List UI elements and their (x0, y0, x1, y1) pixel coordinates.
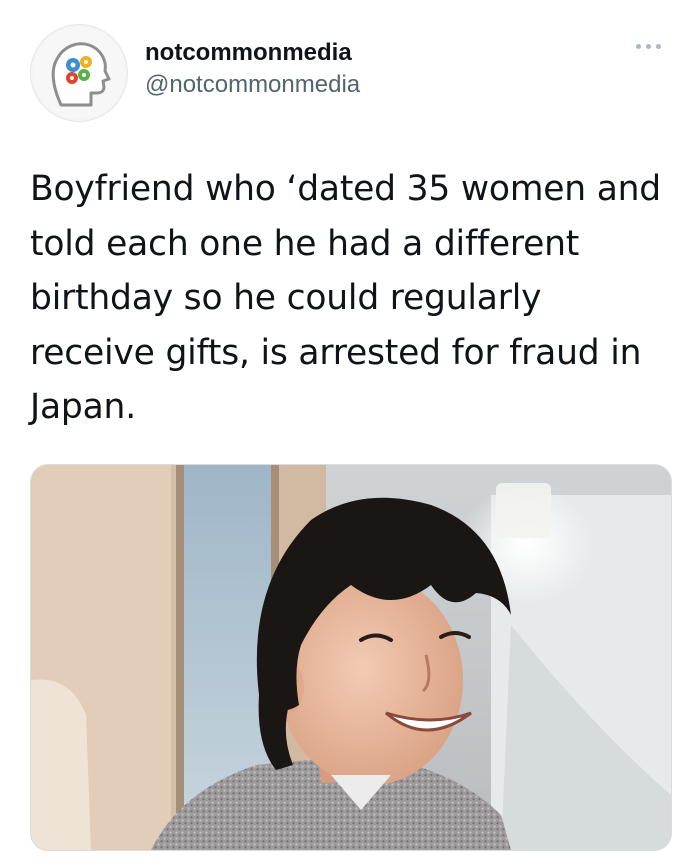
tweet-photo[interactable] (30, 464, 672, 851)
more-options-icon[interactable] (634, 36, 664, 56)
avatar[interactable] (30, 24, 128, 122)
author-names: notcommonmedia @notcommonmedia (145, 38, 360, 102)
smiling-man-photo (31, 465, 671, 850)
tweet-card[interactable]: notcommonmedia @notcommonmedia Boyfriend… (0, 0, 700, 867)
head-with-gears-icon (33, 27, 125, 119)
user-handle[interactable]: @notcommonmedia (145, 68, 360, 102)
tweet-text: Boyfriend who ‘dated 35 women and told e… (30, 169, 662, 427)
tweet-header: notcommonmedia @notcommonmedia (30, 24, 670, 122)
display-name[interactable]: notcommonmedia (145, 38, 360, 68)
